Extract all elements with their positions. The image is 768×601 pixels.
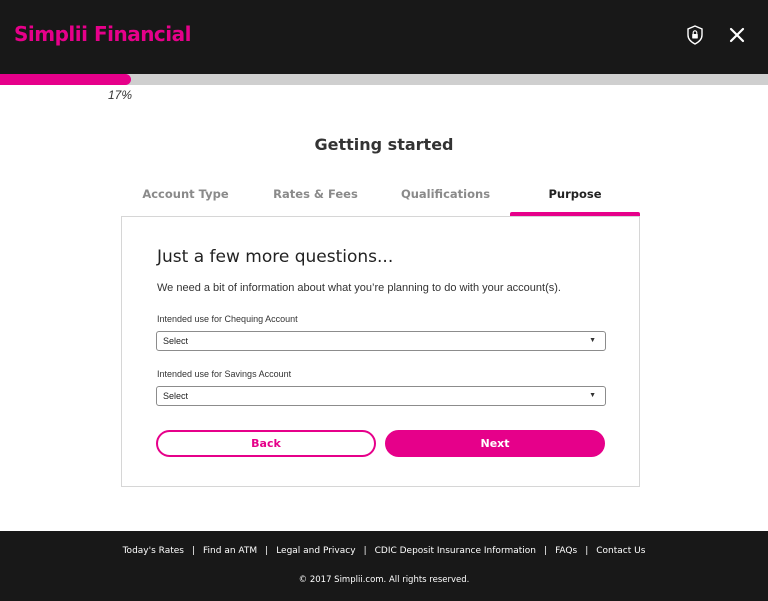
savings-use-label: Intended use for Savings Account — [157, 369, 292, 379]
chequing-use-value: Select — [163, 336, 189, 346]
step-tabs: Account Type Rates & Fees Qualifications… — [121, 184, 640, 216]
brand-logo: Simplii Financial — [14, 22, 192, 46]
footer-link-legal-privacy[interactable]: Legal and Privacy — [276, 546, 355, 556]
footer-links: Today's Rates | Find an ATM | Legal and Priv… — [0, 546, 768, 556]
copyright-text: © 2017 Simplii.com. All rights reserved. — [298, 575, 470, 585]
savings-use-select[interactable]: Select ▼ — [156, 386, 606, 406]
chequing-use-label: Intended use for Chequing Account — [157, 314, 298, 324]
back-button[interactable]: Back — [156, 430, 376, 457]
form-intro: We need a bit of information about what … — [157, 282, 561, 294]
tab-account-type[interactable]: Account Type — [121, 184, 250, 216]
tab-qualifications[interactable]: Qualifications — [381, 184, 510, 216]
savings-use-value: Select — [163, 391, 189, 401]
chequing-use-select[interactable]: Select ▼ — [156, 331, 606, 351]
top-header: Simplii Financial — [0, 0, 768, 74]
footer-link-contact-us[interactable]: Contact Us — [596, 546, 645, 556]
close-icon[interactable] — [728, 26, 746, 44]
footer: Today's Rates | Find an ATM | Legal and Priv… — [0, 531, 768, 601]
tab-purpose[interactable]: Purpose — [510, 184, 640, 216]
footer-link-faqs[interactable]: FAQs — [555, 546, 577, 556]
chevron-down-icon: ▼ — [589, 337, 596, 344]
footer-divider: | — [544, 546, 548, 556]
footer-divider: | — [191, 546, 196, 556]
form-heading: Just a few more questions... — [157, 247, 394, 267]
footer-link-cdic[interactable]: CDIC Deposit Insurance Information — [375, 546, 536, 556]
shield-lock-icon[interactable] — [686, 25, 704, 45]
footer-link-find-atm[interactable]: Find an ATM — [203, 546, 257, 556]
progress-fill — [0, 74, 131, 85]
footer-link-todays-rates[interactable]: Today's Rates — [123, 546, 184, 556]
footer-divider: | — [363, 546, 367, 556]
page-title: Getting started — [314, 135, 454, 154]
chevron-down-icon: ▼ — [589, 392, 596, 399]
footer-divider: | — [265, 546, 269, 556]
footer-divider: | — [585, 546, 589, 556]
progress-percent: 17% — [108, 88, 133, 102]
purpose-form-card: Just a few more questions... We need a b… — [121, 216, 640, 487]
next-button[interactable]: Next — [385, 430, 605, 457]
tab-rates-fees[interactable]: Rates & Fees — [251, 184, 380, 216]
progress-bar — [0, 74, 768, 85]
